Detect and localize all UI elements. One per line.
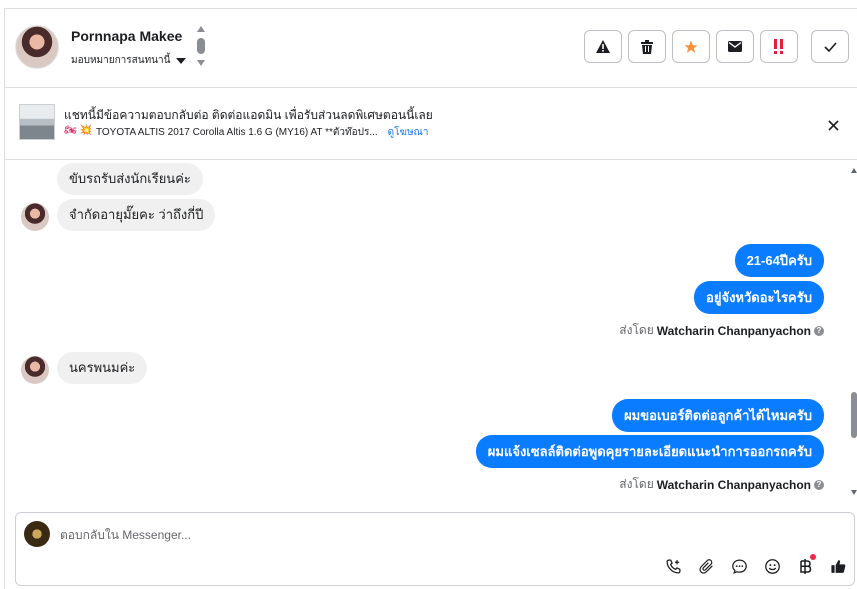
contact-avatar-small: [21, 203, 49, 231]
payment-button[interactable]: [794, 554, 817, 578]
report-button[interactable]: [584, 30, 622, 63]
reply-input[interactable]: [60, 526, 620, 544]
composer-tools: [662, 554, 850, 578]
info-icon[interactable]: ?: [814, 479, 824, 490]
contact-avatar[interactable]: [15, 25, 59, 69]
thread-scrollbar[interactable]: [851, 160, 857, 506]
message-outgoing[interactable]: 21-64ปีครับ: [734, 244, 824, 277]
assign-label: มอบหมายการสนทนานี้: [71, 55, 171, 66]
sent-by-label: ส่งโดย Watcharin Chanpanyachon ?: [619, 475, 824, 494]
star-button[interactable]: [672, 30, 710, 63]
agent-name: Watcharin Chanpanyachon: [656, 323, 811, 338]
reply-composer: [15, 512, 855, 586]
header-scrollbar[interactable]: [196, 26, 206, 70]
thumbs-up-icon: [831, 560, 846, 573]
scroll-down-icon[interactable]: [851, 490, 857, 495]
trash-icon: [641, 39, 653, 54]
close-icon: [827, 119, 839, 131]
scroll-thumb[interactable]: [197, 38, 205, 54]
attach-button[interactable]: [695, 555, 718, 578]
agent-name: Watcharin Chanpanyachon: [656, 477, 811, 492]
sent-by-prefix: ส่งโดย: [619, 477, 654, 491]
assign-dropdown[interactable]: มอบหมายการสนทนานี้: [71, 53, 187, 68]
check-icon: [823, 41, 837, 52]
sent-by-prefix: ส่งโดย: [619, 323, 654, 337]
close-button[interactable]: [822, 114, 844, 136]
important-button[interactable]: [760, 30, 798, 63]
contact-name[interactable]: Pornnapa Makee: [71, 28, 182, 44]
scroll-thumb[interactable]: [851, 392, 857, 438]
conversation-actions: [584, 30, 849, 63]
sent-by-label: ส่งโดย Watcharin Chanpanyachon ?: [619, 321, 824, 340]
star-icon: [684, 40, 698, 53]
ad-thumbnail[interactable]: [19, 104, 55, 140]
message-incoming[interactable]: นครพนมค่ะ: [57, 352, 148, 384]
smile-icon: [765, 559, 780, 574]
chat-bubble-icon: [732, 559, 747, 574]
scroll-up-icon[interactable]: [197, 26, 205, 32]
info-icon[interactable]: ?: [814, 325, 824, 336]
chevron-down-icon: [176, 57, 187, 64]
scroll-up-icon[interactable]: [851, 168, 857, 173]
baht-icon: [800, 559, 812, 574]
important-icon: [774, 39, 783, 54]
ad-title: แชทนี้มีข้อความตอบกลับต่อ ติดต่อแอดมิน เ…: [64, 108, 433, 122]
saved-replies-button[interactable]: [728, 555, 751, 578]
conversation-header: Pornnapa Makee มอบหมายการสนทนานี้: [4, 8, 857, 88]
ad-subtitle-row: 🏍 💥 TOYOTA ALTIS 2017 Corolla Altis 1.6 …: [64, 125, 428, 140]
mail-icon: [728, 41, 742, 52]
page-avatar: [24, 521, 50, 547]
phone-plus-icon: [666, 559, 681, 574]
scroll-down-icon[interactable]: [197, 60, 205, 66]
message-outgoing[interactable]: อยู่จังหวัดอะไรครับ: [694, 281, 824, 314]
message-thread: ขับรถรับส่งนักเรียนค่ะ จำกัดอายุมั๊ยคะ ว…: [4, 160, 853, 506]
mark-done-button[interactable]: [811, 30, 849, 63]
view-ad-link[interactable]: ดูโฆษณา: [388, 125, 429, 140]
ad-subtitle: TOYOTA ALTIS 2017 Corolla Altis 1.6 G (M…: [95, 127, 378, 138]
message-outgoing[interactable]: ผมแจ้งเซลล์ติดต่อพูดคุยรายละเอียดแนะนำกา…: [475, 435, 824, 468]
paperclip-icon: [698, 559, 713, 574]
message-outgoing[interactable]: ผมขอเบอร์ติดต่อลูกค้าได้ไหมครับ: [612, 399, 824, 432]
report-icon: [596, 40, 610, 53]
delete-button[interactable]: [628, 30, 666, 63]
emoji-button[interactable]: [761, 555, 784, 578]
notification-dot: [810, 554, 816, 560]
contact-avatar-small: [21, 356, 49, 384]
message-incoming[interactable]: ขับรถรับส่งนักเรียนค่ะ: [57, 163, 203, 195]
message-incoming[interactable]: จำกัดอายุมั๊ยคะ ว่าถึงกี่ปี: [57, 199, 216, 231]
ad-emoji: 🏍 💥: [64, 125, 92, 136]
like-button[interactable]: [827, 555, 850, 578]
call-button[interactable]: [662, 555, 685, 578]
mark-unread-button[interactable]: [716, 30, 754, 63]
ad-banner: แชทนี้มีข้อความตอบกลับต่อ ติดต่อแอดมิน เ…: [4, 88, 857, 160]
